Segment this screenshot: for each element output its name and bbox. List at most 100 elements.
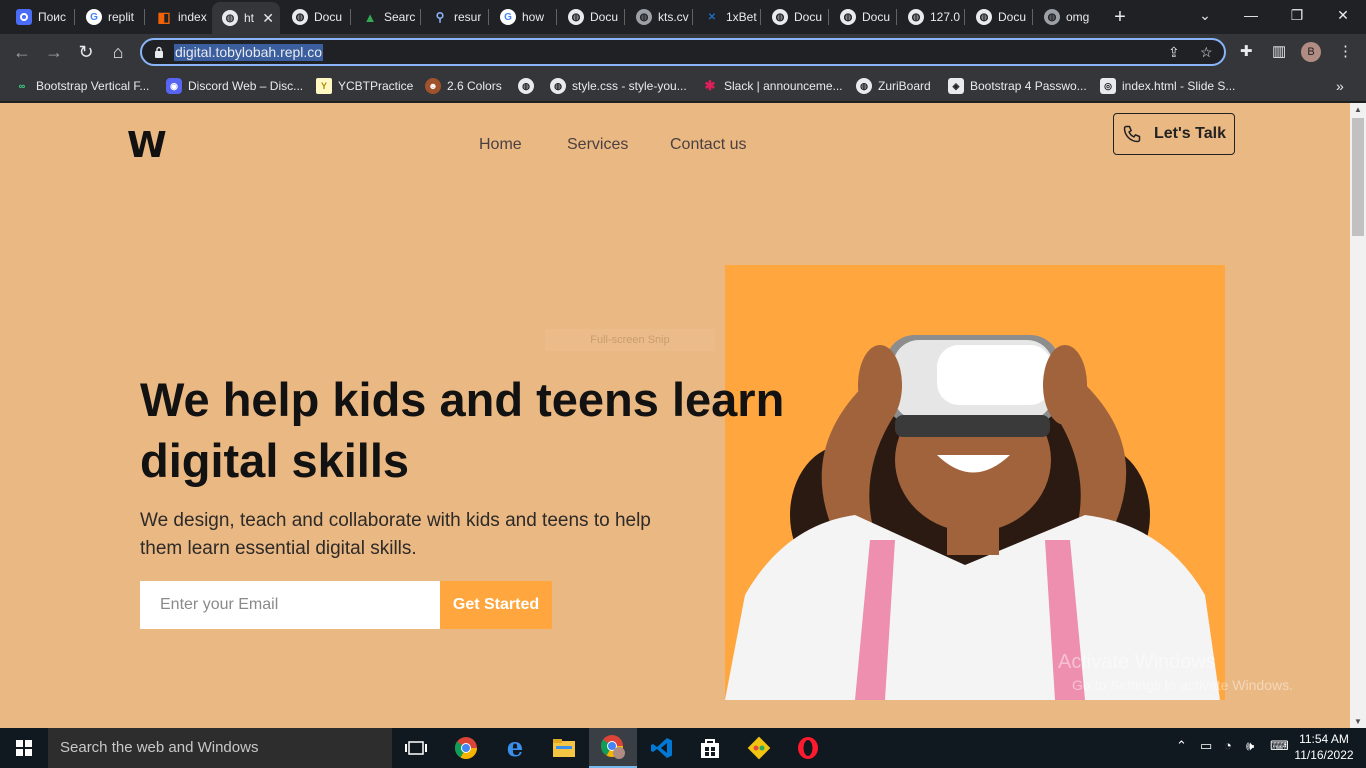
nav-home[interactable]: Home	[479, 136, 522, 154]
bookmark-item[interactable]: ☻ 2.6 Colors	[425, 77, 502, 95]
profile-avatar[interactable]: B	[1301, 42, 1321, 62]
volume-icon[interactable]: 🕪	[1246, 738, 1254, 754]
google-icon: G	[500, 9, 516, 25]
tab-11[interactable]: ◍ Docu	[762, 4, 828, 30]
globe-icon: ◍	[840, 9, 856, 25]
nav-services[interactable]: Services	[567, 136, 628, 154]
codepen-icon: ◈	[948, 78, 964, 94]
tab-10[interactable]: ✕ 1xBet	[694, 4, 760, 30]
google-drive-icon: ▲	[363, 9, 377, 25]
page-content: W Home Services Contact us Let's Talk Fu…	[0, 103, 1350, 728]
tab-search-chevron-icon[interactable]: ⌄	[1182, 0, 1228, 30]
google-icon: G	[86, 9, 102, 25]
get-started-button[interactable]: Get Started	[440, 581, 552, 629]
menu-kebab-icon[interactable]: ⋮	[1338, 42, 1353, 60]
tab-13[interactable]: ◍ 127.0	[898, 4, 964, 30]
activate-windows-title: Activate Windows	[1058, 651, 1216, 673]
tab-0[interactable]: Поис	[6, 4, 72, 30]
bookmark-item[interactable]: ◎ index.html - Slide S...	[1100, 77, 1235, 95]
wifi-icon[interactable]: ◔	[1224, 738, 1232, 753]
new-tab-button[interactable]: +	[1108, 5, 1132, 29]
close-tab-icon[interactable]: ✕	[262, 10, 274, 27]
activate-windows-subtitle: Go to Settings to activate Windows.	[1072, 677, 1293, 693]
vscode-icon[interactable]	[638, 728, 686, 768]
bookmark-item[interactable]: ◉ Discord Web – Disc...	[166, 77, 303, 95]
lets-talk-label: Let's Talk	[1154, 125, 1226, 142]
tab-5[interactable]: ▲ Searc	[352, 4, 418, 30]
globe-icon: ◍	[292, 9, 308, 25]
tab-14[interactable]: ◍ Docu	[966, 4, 1032, 30]
bookmark-item[interactable]: ◍ ZuriBoard	[856, 77, 931, 95]
tab-15[interactable]: ◍ omg	[1034, 4, 1100, 30]
globe-icon: ◍	[1044, 9, 1060, 25]
phone-icon	[1123, 125, 1141, 143]
globe-icon: ◍	[568, 9, 584, 25]
tab-3-active[interactable]: ◍ ht ✕	[212, 2, 280, 34]
globe-icon: ◍	[222, 10, 238, 26]
tab-2[interactable]: ◧ index	[146, 4, 212, 30]
tab-6[interactable]: ⚲ resur	[422, 4, 488, 30]
battery-icon[interactable]: ▭	[1200, 738, 1212, 754]
forward-icon[interactable]: →	[42, 40, 66, 64]
site-logo[interactable]: W	[127, 125, 167, 166]
tab-1[interactable]: G replit	[76, 4, 142, 30]
ycombinator-icon: Y	[316, 78, 332, 94]
windows-start-icon[interactable]	[0, 728, 48, 768]
edge-icon[interactable]: e	[491, 728, 539, 768]
taskbar-clock[interactable]: 11:54 AM 11/16/2022	[1292, 731, 1356, 763]
chrome-profile-icon[interactable]	[589, 728, 637, 768]
scroll-thumb[interactable]	[1352, 118, 1364, 236]
globe-icon: ◍	[856, 78, 872, 94]
tab-9[interactable]: ◍ kts.cv	[626, 4, 692, 30]
extensions-icon[interactable]: ✚	[1240, 42, 1253, 60]
reload-icon[interactable]: ↻	[74, 40, 98, 64]
lock-icon	[155, 46, 163, 58]
more-bookmarks-chevron-icon[interactable]: »	[1336, 77, 1344, 95]
windows-taskbar: Search the web and Windows e ⌃ ▭ ◔ 🕪 ⌨ 1…	[0, 728, 1366, 768]
globe-icon: ◍	[976, 9, 992, 25]
task-view-icon[interactable]	[392, 728, 440, 768]
replit-icon: ◧	[157, 8, 171, 25]
share-icon[interactable]: ⇪	[1168, 44, 1180, 61]
browser-toolbar: ← → ↻ ⌂ digital.tobylobah.repl.co ⇪ ☆ ✚ …	[0, 34, 1366, 70]
bootstrap-icon: ∞	[18, 81, 26, 91]
email-field[interactable]	[140, 581, 440, 629]
minimize-icon[interactable]: —	[1228, 0, 1274, 30]
taskbar-search-input[interactable]: Search the web and Windows	[48, 728, 392, 768]
bookmark-item[interactable]: Y YCBTPractice	[316, 77, 413, 95]
home-icon[interactable]: ⌂	[106, 40, 130, 64]
bookmark-star-icon[interactable]: ☆	[1200, 44, 1213, 61]
chrome-icon[interactable]	[442, 728, 490, 768]
scroll-up-icon[interactable]: ▲	[1354, 105, 1362, 114]
tray-chevron-up-icon[interactable]: ⌃	[1176, 738, 1187, 754]
1xbet-icon: ✕	[707, 11, 717, 23]
store-icon[interactable]	[686, 728, 734, 768]
discord-icon: ◉	[166, 78, 182, 94]
restore-icon[interactable]: ❐	[1274, 0, 1320, 30]
globe-icon: ◍	[636, 9, 652, 25]
url-text[interactable]: digital.tobylobah.repl.co	[174, 44, 324, 61]
bookmark-item[interactable]: ◍	[518, 77, 540, 95]
side-panel-icon[interactable]: ▥	[1272, 42, 1286, 60]
file-explorer-icon[interactable]	[540, 728, 588, 768]
tab-7[interactable]: G how	[490, 4, 556, 30]
bookmark-item[interactable]: ∞ Bootstrap Vertical F...	[14, 77, 150, 95]
git-kraken-icon[interactable]	[735, 728, 783, 768]
close-window-icon[interactable]: ✕	[1320, 0, 1366, 30]
tab-12[interactable]: ◍ Docu	[830, 4, 896, 30]
avatar-icon: ☻	[425, 78, 441, 94]
tab-4[interactable]: ◍ Docu	[282, 4, 348, 30]
bookmarks-bar: ∞ Bootstrap Vertical F... ◉ Discord Web …	[0, 70, 1366, 102]
back-icon[interactable]: ←	[10, 40, 34, 64]
page-scrollbar[interactable]: ▲ ▼	[1350, 103, 1366, 728]
bookmark-item[interactable]: ◍ style.css - style-you...	[550, 77, 687, 95]
bookmark-item[interactable]: ✱ Slack | announceme...	[702, 77, 843, 95]
scroll-down-icon[interactable]: ▼	[1354, 717, 1362, 726]
opera-icon[interactable]	[784, 728, 832, 768]
nav-contact[interactable]: Contact us	[670, 136, 746, 154]
tab-8[interactable]: ◍ Docu	[558, 4, 624, 30]
address-bar[interactable]: digital.tobylobah.repl.co ⇪ ☆	[140, 38, 1226, 66]
lets-talk-button[interactable]: Let's Talk	[1113, 113, 1235, 155]
bookmark-item[interactable]: ◈ Bootstrap 4 Passwo...	[948, 77, 1087, 95]
keyboard-icon[interactable]: ⌨	[1270, 738, 1289, 754]
